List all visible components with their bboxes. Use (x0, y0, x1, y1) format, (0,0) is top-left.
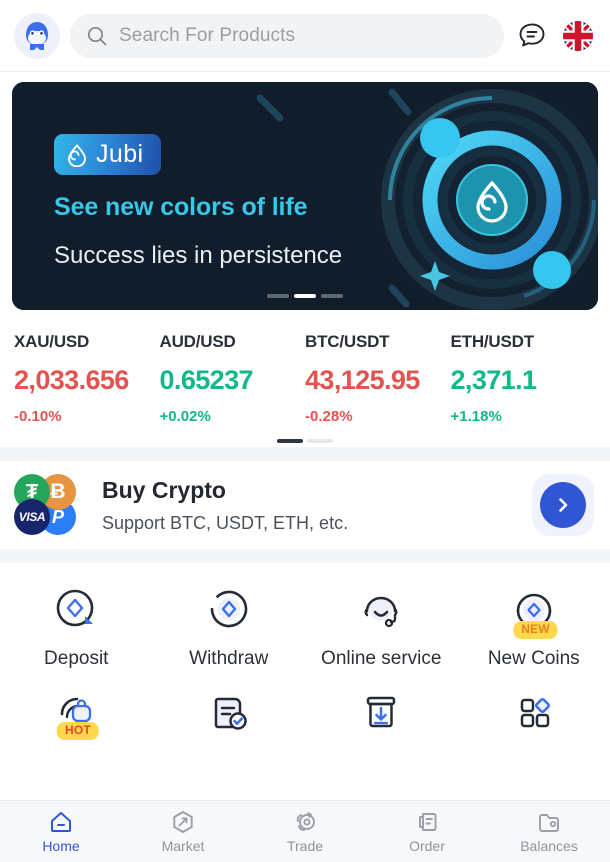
uk-flag-icon (563, 20, 593, 51)
market-ticker-section: XAU/USD 2,033.656 -0.10% AUD/USD 0.65237… (0, 318, 610, 447)
carousel-dot-active[interactable] (294, 294, 316, 298)
jubi-brand-name: Jubi (96, 140, 144, 168)
ticker-change: -0.10% (14, 408, 62, 425)
ticker-change: -0.28% (305, 408, 353, 425)
ticker-dot-active[interactable] (277, 439, 303, 443)
ticker-card-btcusdt[interactable]: BTC/USDT 43,125.95 -0.28% (305, 332, 451, 425)
chat-bubble-icon (519, 23, 545, 46)
nav-label: Trade (286, 838, 324, 854)
quick-actions-row-2: HOT (0, 670, 610, 749)
nav-item-order[interactable]: Order (366, 801, 488, 862)
buy-crypto-subtitle: Support BTC, USDT, ETH, etc. (102, 512, 349, 533)
nav-item-trade[interactable]: Trade (244, 801, 366, 862)
nav-item-home[interactable]: Home (0, 801, 122, 862)
nav-item-balances[interactable]: Balances (488, 801, 610, 862)
section-divider (0, 447, 610, 461)
banner-headline: See new colors of life (54, 193, 308, 221)
more-apps-icon (507, 684, 561, 738)
withdraw-icon (202, 583, 256, 637)
visa-icon: VISA (14, 499, 50, 535)
ticker-change: +1.18% (450, 408, 502, 425)
savings-icon: HOT (49, 684, 103, 740)
new-coins-icon: NEW (507, 583, 561, 639)
ticker-pair: ETH/USDT (450, 332, 535, 351)
quick-action-deposit[interactable]: Deposit (0, 573, 153, 670)
search-icon (87, 26, 107, 45)
nav-label: Order (409, 838, 445, 854)
carousel-dot[interactable] (321, 294, 343, 298)
quick-action-online-service[interactable]: Online service (305, 573, 458, 670)
download-box-icon (354, 684, 408, 738)
ticker-pagination[interactable] (0, 439, 610, 443)
deposit-icon (49, 583, 103, 637)
banner-subheadline: Success lies in persistence (54, 242, 343, 269)
ticker-dot[interactable] (307, 439, 333, 443)
payment-method-icons: ₮ Ƀ VISA P (14, 474, 90, 536)
ticker-pair: AUD/USD (159, 332, 236, 351)
promo-banner-section: Jubi See new colors of life Success lies… (0, 72, 610, 318)
search-input[interactable]: Search For Products (70, 13, 504, 58)
buy-crypto-text: Buy Crypto Support BTC, USDT, ETH, etc. (102, 477, 532, 534)
penguin-mascot-logo-icon (26, 21, 48, 50)
ticker-price: 2,033.656 (14, 365, 129, 395)
chevron-right-icon (559, 498, 568, 512)
ticker-pair: XAU/USD (14, 332, 90, 351)
promo-banner[interactable]: Jubi See new colors of life Success lies… (12, 82, 598, 310)
ticker-price: 43,125.95 (305, 365, 420, 395)
app-logo[interactable] (14, 12, 60, 59)
banner-copy: Jubi See new colors of life Success lies… (54, 134, 342, 270)
quick-action-savings[interactable]: HOT (0, 670, 153, 749)
home-icon (51, 812, 71, 832)
buy-crypto-title: Buy Crypto (102, 476, 226, 503)
market-icon (173, 811, 193, 833)
quick-action-label: Deposit (44, 648, 109, 669)
ticker-change: +0.02% (159, 408, 211, 425)
new-badge: NEW (513, 621, 558, 639)
ticker-row: XAU/USD 2,033.656 -0.10% AUD/USD 0.65237… (0, 332, 610, 425)
ticker-price: 2,371.1 (450, 365, 537, 395)
order-icon (419, 813, 437, 831)
quick-action-download-box[interactable] (305, 670, 458, 749)
quick-actions-section: Deposit Withdraw Online service NEW New … (0, 563, 610, 749)
carousel-dot[interactable] (267, 294, 289, 298)
jubi-brand-badge: Jubi (54, 134, 162, 175)
quick-action-withdraw[interactable]: Withdraw (153, 573, 306, 670)
buy-crypto-cta[interactable] (532, 474, 594, 536)
buy-crypto-arrow-button[interactable] (540, 482, 586, 528)
ticker-card-ethusdt[interactable]: ETH/USDT 2,371.1 +1.18% (451, 332, 597, 425)
language-selector[interactable] (560, 18, 596, 54)
ticker-card-audusd[interactable]: AUD/USD 0.65237 +0.02% (160, 332, 306, 425)
chat-button[interactable] (514, 18, 550, 54)
search-placeholder: Search For Products (119, 24, 296, 46)
trade-icon (296, 812, 315, 831)
quick-action-label: Online service (321, 648, 442, 669)
app-header: Search For Products (0, 0, 610, 72)
ticker-price: 0.65237 (159, 365, 254, 395)
ticker-card-xauusd[interactable]: XAU/USD 2,033.656 -0.10% (14, 332, 160, 425)
quick-action-verified-doc[interactable] (153, 670, 306, 749)
banner-carousel-indicators[interactable] (12, 294, 598, 298)
verified-doc-icon (202, 684, 256, 738)
hot-badge: HOT (56, 722, 99, 740)
quick-action-label: New Coins (487, 648, 580, 669)
quick-actions-row-1: Deposit Withdraw Online service NEW New … (0, 573, 610, 670)
bottom-navigation: Home Market Trade Order Balances (0, 800, 610, 862)
buy-crypto-row[interactable]: ₮ Ƀ VISA P Buy Crypto Support BTC, USDT,… (0, 461, 610, 549)
balances-icon (539, 814, 559, 832)
nav-label: Home (42, 838, 80, 854)
section-divider (0, 549, 610, 563)
ticker-pair: BTC/USDT (305, 332, 390, 351)
nav-label: Market (161, 838, 205, 854)
nav-item-market[interactable]: Market (122, 801, 244, 862)
quick-action-new-coins[interactable]: NEW New Coins (458, 573, 610, 670)
nav-label: Balances (520, 838, 578, 854)
headset-icon (354, 583, 408, 637)
jubi-droplet-icon (68, 143, 86, 167)
quick-action-label: Withdraw (189, 648, 269, 669)
quick-action-more-apps[interactable] (458, 670, 610, 749)
